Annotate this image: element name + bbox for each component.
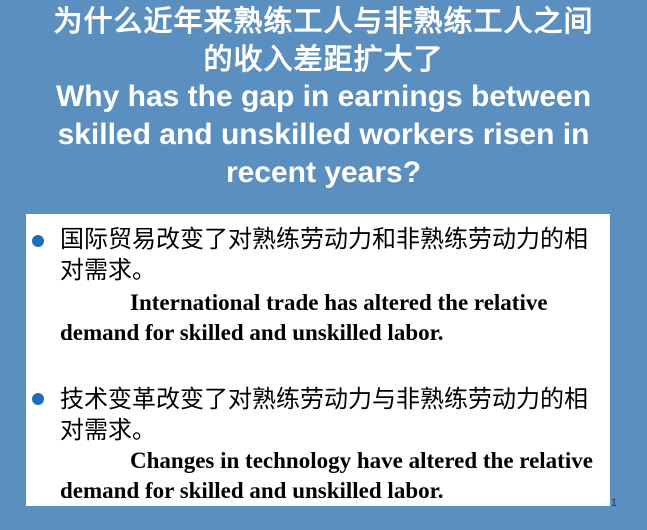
bullet-text-english: Changes in technology have altered the r… <box>60 448 593 503</box>
bullet-text-chinese: 国际贸易改变了对熟练劳动力和非熟练劳动力的相对需求。 <box>60 225 588 284</box>
bullet-dot-icon <box>32 393 44 405</box>
slide-title: 为什么近年来熟练工人与非熟练工人之间 的收入差距扩大了 Why has the … <box>0 2 647 192</box>
title-chinese-line-2: 的收入差距扩大了 <box>203 42 444 76</box>
title-english: Why has the gap in earnings between skil… <box>55 80 592 189</box>
bullet-text-chinese: 技术变革改变了对熟练劳动力与非熟练劳动力的相对需求。 <box>60 385 588 444</box>
title-chinese-line-1: 为什么近年来熟练工人与非熟练工人之间 <box>53 4 594 38</box>
bullet-dot-icon <box>32 235 44 247</box>
bullet-text-english: International trade has altered the rela… <box>60 290 548 345</box>
page-number: 1 <box>610 497 617 509</box>
content-panel: 国际贸易改变了对熟练劳动力和非熟练劳动力的相对需求。 International… <box>26 214 610 506</box>
